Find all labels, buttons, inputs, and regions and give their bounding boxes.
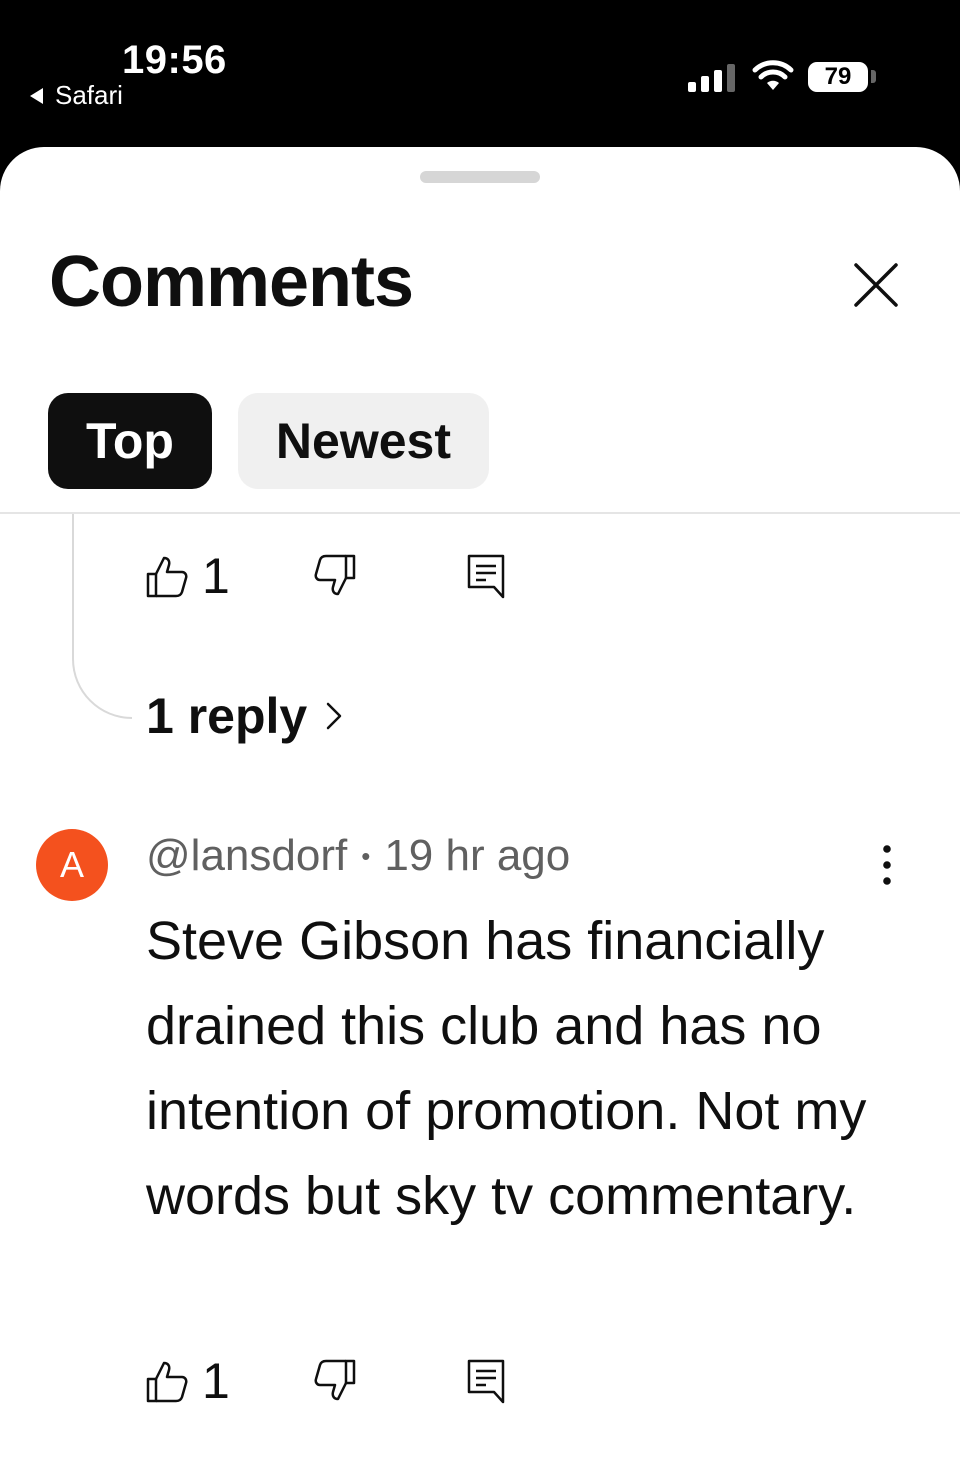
divider bbox=[0, 512, 960, 514]
battery-tip bbox=[871, 70, 876, 83]
like-button[interactable]: 1 bbox=[146, 547, 230, 605]
reply-button[interactable] bbox=[466, 1358, 506, 1404]
comment-time: 19 hr ago bbox=[384, 831, 571, 880]
signal-icon bbox=[688, 62, 735, 92]
reply-button[interactable] bbox=[466, 553, 506, 599]
more-vertical-icon[interactable] bbox=[872, 841, 902, 889]
dislike-button[interactable] bbox=[314, 1359, 356, 1403]
replies-label: 1 reply bbox=[146, 688, 308, 744]
thumb-down-icon bbox=[314, 554, 356, 596]
like-button[interactable]: 1 bbox=[146, 1352, 230, 1410]
tab-top[interactable]: Top bbox=[48, 393, 212, 489]
sheet-grabber[interactable] bbox=[420, 171, 540, 183]
thread-connector bbox=[72, 514, 132, 719]
view-replies-button[interactable]: 1 reply bbox=[146, 687, 343, 745]
tab-newest[interactable]: Newest bbox=[237, 393, 489, 489]
page-title: Comments bbox=[49, 242, 414, 322]
like-count: 1 bbox=[202, 548, 230, 604]
status-bar: 19:56 Safari 79 bbox=[0, 0, 960, 150]
back-arrow-icon bbox=[30, 87, 43, 104]
thumb-down-icon bbox=[314, 1359, 356, 1401]
like-count: 1 bbox=[202, 1353, 230, 1409]
status-time: 19:56 bbox=[122, 38, 227, 82]
thumb-up-icon bbox=[146, 556, 188, 598]
comment-author[interactable]: @lansdorf bbox=[146, 831, 347, 881]
reply-icon bbox=[467, 554, 505, 599]
sort-tabs: Top Newest bbox=[48, 393, 489, 489]
chevron-right-icon bbox=[326, 702, 342, 730]
dislike-button[interactable] bbox=[314, 554, 356, 598]
comment-meta: @lansdorf • 19 hr ago bbox=[146, 831, 570, 881]
comment-actions: 1 bbox=[146, 547, 505, 605]
back-app-label: Safari bbox=[55, 80, 123, 110]
comments-sheet: Comments Top Newest 1 1 reply A @lansdor… bbox=[0, 147, 960, 1463]
avatar[interactable]: A bbox=[36, 829, 108, 901]
thumb-up-icon bbox=[146, 1361, 188, 1403]
comment-actions: 1 bbox=[146, 1352, 505, 1410]
reply-icon bbox=[467, 1359, 505, 1404]
battery-indicator: 79 bbox=[808, 62, 868, 92]
comment-text: Steve Gibson has financially drained thi… bbox=[146, 911, 867, 1226]
back-to-app-link[interactable]: Safari bbox=[30, 80, 123, 111]
close-icon[interactable] bbox=[848, 257, 904, 313]
meta-separator: • bbox=[361, 840, 371, 871]
wifi-icon bbox=[752, 60, 794, 90]
